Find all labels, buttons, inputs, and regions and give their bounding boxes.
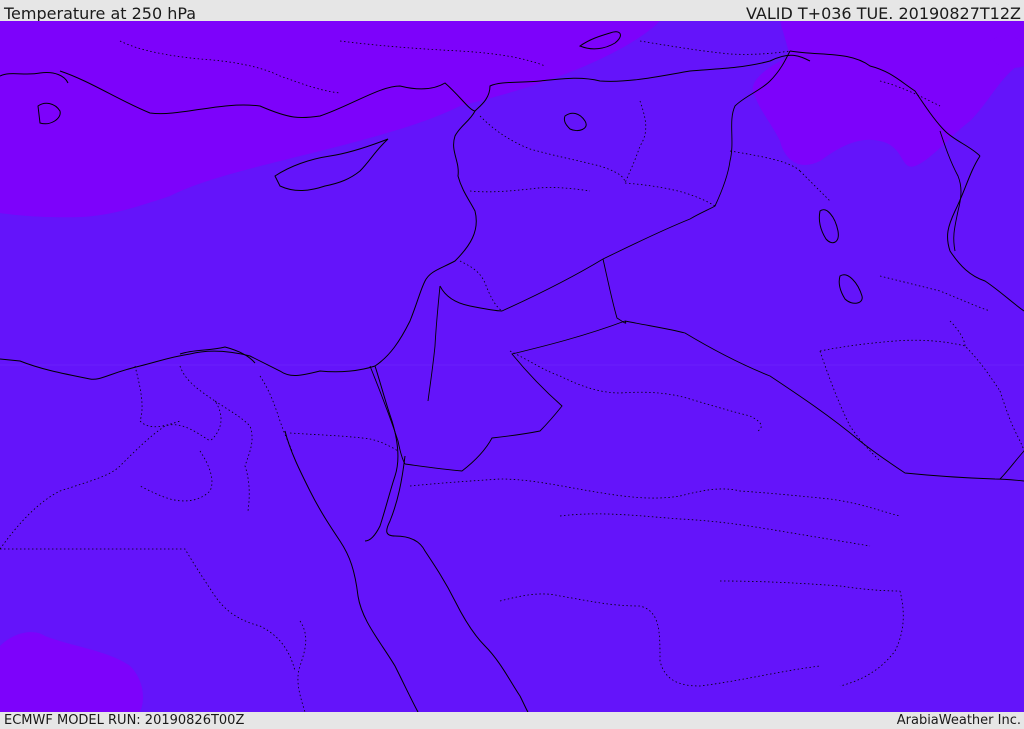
model-run-label: ECMWF MODEL RUN: 20190826T00Z xyxy=(4,713,245,728)
map-panel xyxy=(0,21,1024,712)
map-figure: Temperature at 250 hPa VALID T+036 TUE. … xyxy=(0,0,1024,729)
credit-label: ArabiaWeather Inc. xyxy=(896,713,1021,728)
map-canvas xyxy=(0,21,1024,712)
footer-bar: ECMWF MODEL RUN: 20190826T00Z ArabiaWeat… xyxy=(0,712,1024,729)
header-bar: Temperature at 250 hPa VALID T+036 TUE. … xyxy=(0,0,1024,23)
